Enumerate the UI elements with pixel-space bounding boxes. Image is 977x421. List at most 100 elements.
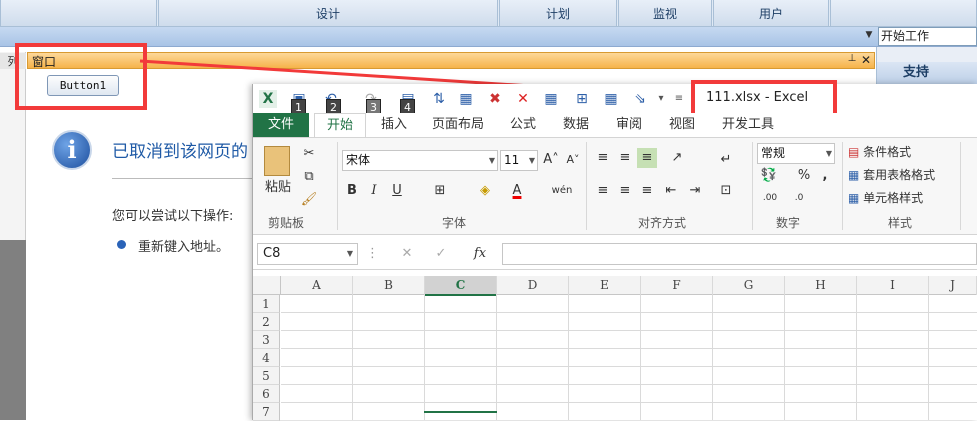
confirm-entry-icon[interactable]: ✓ bbox=[432, 244, 450, 264]
font-group-label: 字体 bbox=[442, 216, 467, 230]
column-header[interactable]: E bbox=[569, 276, 641, 295]
font-name-combo[interactable]: 宋体 ▼ bbox=[342, 150, 498, 171]
tab-view[interactable]: 视图 bbox=[662, 113, 702, 137]
align-left-icon[interactable]: ≡ bbox=[594, 181, 612, 201]
error-suggestion: 重新键入地址。 bbox=[138, 240, 230, 255]
info-icon: i bbox=[52, 130, 92, 170]
tab-developer[interactable]: 开发工具 bbox=[716, 113, 780, 137]
group-divider bbox=[960, 142, 961, 230]
column-header[interactable]: J bbox=[929, 276, 977, 295]
underline-button[interactable]: U bbox=[389, 181, 405, 201]
column-header[interactable]: H bbox=[785, 276, 857, 295]
column-header[interactable]: B bbox=[353, 276, 425, 295]
more-icon: ⋮ bbox=[366, 246, 379, 261]
qat-more-icon[interactable]: ▾ bbox=[652, 90, 670, 108]
name-box[interactable]: C8 ▼ bbox=[257, 243, 358, 265]
row-header[interactable]: 1 bbox=[253, 295, 280, 313]
format-as-table-button[interactable]: ▦ 套用表格格式 bbox=[848, 165, 948, 185]
align-bottom-icon[interactable]: ≡ bbox=[637, 148, 657, 168]
column-header[interactable]: A bbox=[281, 276, 353, 295]
select-all-corner[interactable] bbox=[253, 276, 281, 295]
font-size-combo[interactable]: 11 ▼ bbox=[500, 150, 538, 171]
align-top-icon[interactable]: ≡ bbox=[594, 148, 612, 168]
format-painter-icon[interactable]: 🖌 bbox=[300, 190, 318, 210]
cell-styles-button[interactable]: ▦ 单元格样式 bbox=[848, 188, 940, 208]
conditional-format-label: 条件格式 bbox=[863, 145, 912, 159]
row-header[interactable]: 3 bbox=[253, 331, 280, 349]
format-as-table-label: 套用表格格式 bbox=[863, 168, 936, 182]
increase-indent-icon[interactable]: ⇥ bbox=[686, 181, 704, 201]
orientation-icon[interactable]: ↗ bbox=[665, 148, 689, 168]
font-color-icon[interactable]: A bbox=[508, 181, 526, 201]
border-icon[interactable]: ⊞ bbox=[430, 181, 450, 201]
grid-icon[interactable]: ▦ bbox=[602, 90, 620, 108]
column-header[interactable]: G bbox=[713, 276, 785, 295]
chevron-down-icon: ▼ bbox=[488, 156, 495, 165]
row-header[interactable]: 7 bbox=[253, 403, 280, 421]
decrease-indent-icon[interactable]: ⇤ bbox=[662, 181, 680, 201]
increase-decimal-icon[interactable]: .00 bbox=[759, 188, 781, 208]
number-group-label: 数字 bbox=[776, 216, 801, 230]
chevron-down-icon: ▼ bbox=[528, 156, 535, 165]
comma-style-icon[interactable]: , bbox=[818, 166, 832, 186]
connect-icon[interactable]: ⇘ bbox=[631, 90, 649, 108]
currency-icon[interactable]: 💱 bbox=[759, 166, 779, 186]
bullet-icon bbox=[117, 240, 126, 249]
tree-icon[interactable]: ⊞ bbox=[573, 90, 591, 108]
excel-logo-icon: X bbox=[259, 90, 277, 108]
tab-page-layout[interactable]: 页面布局 bbox=[425, 113, 491, 137]
filter-icon[interactable]: ▦ bbox=[542, 90, 560, 108]
cancel-entry-icon[interactable]: ✕ bbox=[398, 244, 416, 264]
insert-function-button[interactable]: fx bbox=[468, 244, 492, 264]
tab-formulas[interactable]: 公式 bbox=[503, 113, 543, 137]
column-header[interactable]: I bbox=[857, 276, 929, 295]
tab-data[interactable]: 数据 bbox=[556, 113, 596, 137]
tab-file[interactable]: 文件 bbox=[253, 113, 309, 137]
grow-font-icon[interactable]: A˄ bbox=[542, 150, 560, 170]
selected-cell[interactable] bbox=[424, 411, 497, 420]
font-size-value: 11 bbox=[504, 153, 520, 167]
align-right-icon[interactable]: ≡ bbox=[638, 181, 656, 201]
percent-button[interactable]: % bbox=[795, 166, 813, 186]
clipboard-group-label: 剪贴板 bbox=[268, 216, 305, 230]
align-middle-icon[interactable]: ≡ bbox=[616, 148, 634, 168]
group-divider bbox=[842, 142, 843, 230]
column-header[interactable]: F bbox=[641, 276, 713, 295]
align-center-icon[interactable]: ≡ bbox=[616, 181, 634, 201]
bold-button[interactable]: B bbox=[344, 181, 360, 201]
clear-icon[interactable]: ✕ bbox=[514, 90, 532, 108]
cell-grid[interactable] bbox=[281, 295, 977, 420]
paste-button[interactable]: 粘贴 bbox=[262, 178, 294, 198]
row-header[interactable]: 5 bbox=[253, 367, 280, 385]
tab-home[interactable]: 开始 bbox=[314, 113, 366, 138]
copy-icon[interactable]: ⧉ bbox=[300, 167, 318, 187]
number-format-combo[interactable]: 常规 ▼ bbox=[757, 143, 835, 164]
table-icon[interactable]: ▦ bbox=[457, 90, 475, 108]
conditional-format-button[interactable]: ▤ 条件格式 bbox=[848, 142, 928, 162]
italic-button[interactable]: I bbox=[366, 181, 382, 201]
tab-review[interactable]: 审阅 bbox=[609, 113, 649, 137]
chevron-down-icon: ▼ bbox=[346, 249, 353, 258]
merge-center-icon[interactable]: ⊡ bbox=[716, 181, 736, 201]
row-header[interactable]: 2 bbox=[253, 313, 280, 331]
column-header[interactable]: D bbox=[497, 276, 569, 295]
group-divider bbox=[586, 142, 587, 230]
shrink-font-icon[interactable]: A˅ bbox=[564, 150, 582, 170]
paste-icon[interactable] bbox=[264, 146, 290, 176]
row-header[interactable]: 4 bbox=[253, 349, 280, 367]
wrap-text-icon[interactable]: ↵ bbox=[716, 150, 736, 170]
decrease-decimal-icon[interactable]: .0 bbox=[788, 188, 810, 208]
tab-insert[interactable]: 插入 bbox=[372, 113, 416, 137]
sort-icon[interactable]: ⇅ bbox=[430, 90, 448, 108]
fill-color-icon[interactable]: ◈ bbox=[475, 181, 495, 201]
formula-input[interactable] bbox=[502, 243, 977, 265]
phonetic-button[interactable]: wén bbox=[550, 181, 574, 201]
alignment-group-label: 对齐方式 bbox=[638, 216, 687, 230]
cut-icon[interactable]: ✂ bbox=[300, 144, 318, 164]
delete-icon[interactable]: ✖ bbox=[486, 90, 504, 108]
column-header-selected[interactable]: C bbox=[425, 276, 497, 295]
conditional-format-icon: ▤ bbox=[848, 145, 860, 159]
cell-style-icon: ▦ bbox=[848, 191, 860, 205]
customize-qat-icon[interactable]: ≡ bbox=[670, 90, 688, 108]
row-header[interactable]: 6 bbox=[253, 385, 280, 403]
